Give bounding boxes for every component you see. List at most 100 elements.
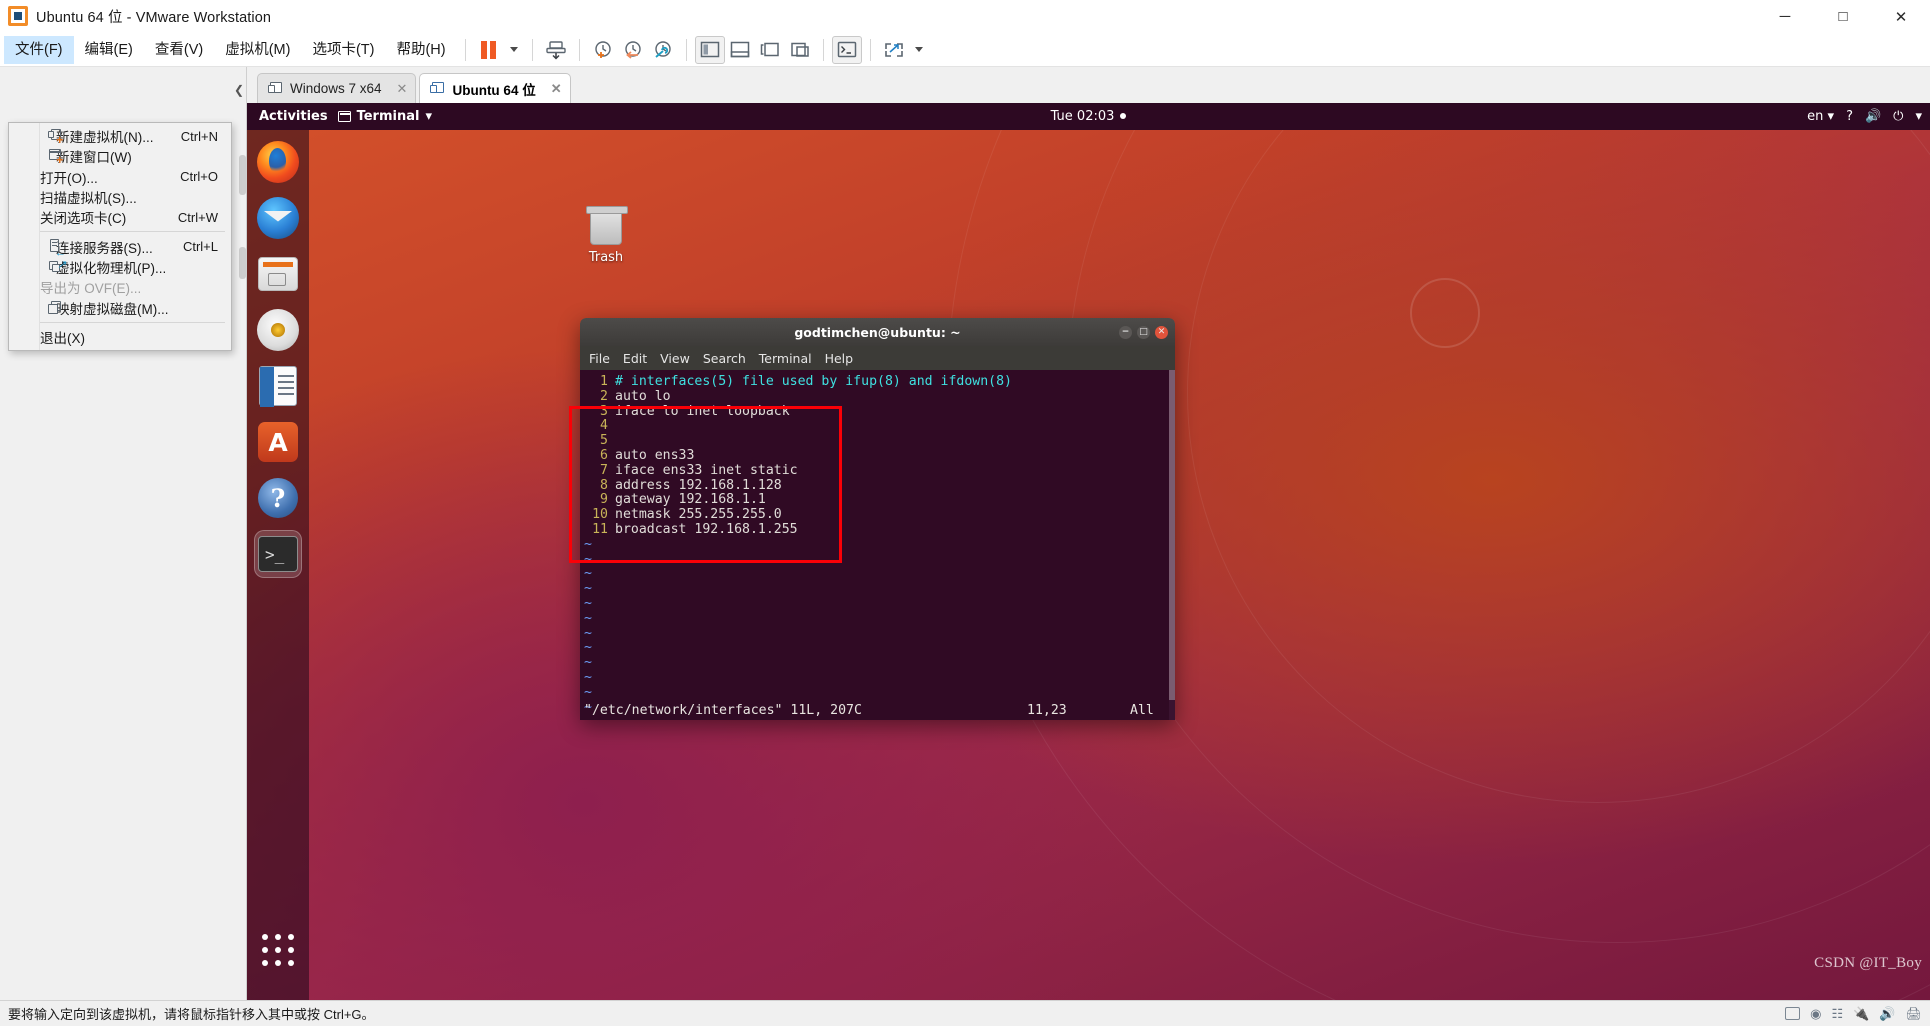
guest-screen[interactable]: Activities Terminal ▾ Tue 02:03 en ▾ ? 🔊… — [247, 103, 1930, 1000]
dock-item-files[interactable] — [254, 250, 302, 298]
menu-virtual-machine[interactable]: 虚拟机(M) — [214, 36, 301, 64]
dock-item-ubuntu-software[interactable]: A — [254, 418, 302, 466]
terminal-menu-edit[interactable]: Edit — [623, 351, 647, 366]
vim-line-number: 5 — [600, 433, 608, 449]
status-hint: 要将输入定向到该虚拟机，请将鼠标指针移入其中或按 Ctrl+G。 — [8, 1007, 375, 1022]
console-icon — [837, 41, 856, 58]
new-window-icon: + — [48, 148, 64, 166]
snapshot-manager-button[interactable] — [648, 36, 678, 64]
dock-item-terminal[interactable]: >_ — [254, 530, 302, 578]
menu-item-connect-to-server[interactable]: ← 连接服务器(S)... Ctrl+L — [9, 236, 231, 258]
take-snapshot-button[interactable] — [588, 36, 618, 64]
network-icon[interactable]: ☷ — [1831, 1006, 1843, 1022]
close-button[interactable]: ✕ — [1872, 0, 1930, 33]
volume-icon[interactable]: 🔊 — [1865, 109, 1881, 124]
terminal-icon: >_ — [258, 536, 298, 572]
cd-drive-icon[interactable]: ◉ — [1810, 1006, 1821, 1022]
terminal-menu-help[interactable]: Help — [825, 351, 854, 366]
clock[interactable]: Tue 02:03 — [247, 109, 1930, 124]
title-bar: Ubuntu 64 位 - VMware Workstation ─ □ ✕ — [0, 0, 1930, 33]
terminal-menu-view[interactable]: View — [660, 351, 690, 366]
toolbar-separator — [685, 38, 687, 61]
chevron-down-icon — [914, 47, 923, 52]
tab-close-icon[interactable]: ✕ — [389, 81, 408, 97]
usb-icon[interactable]: 🔌 — [1853, 1006, 1869, 1022]
keyboard-layout-indicator[interactable]: en ▾ — [1807, 109, 1834, 124]
menu-item-close-tab[interactable]: 关闭选项卡(C) Ctrl+W — [9, 207, 231, 227]
dock-item-libreoffice-writer[interactable] — [254, 362, 302, 410]
send-ctrl-alt-del-button[interactable] — [831, 35, 862, 64]
terminal-scrollbar-thumb[interactable] — [1169, 370, 1175, 700]
dock-item-rhythmbox[interactable] — [254, 306, 302, 354]
terminal-title-label: godtimchen@ubuntu: ~ — [794, 324, 961, 340]
vim-line-text: netmask 255.255.255.0 — [615, 507, 782, 523]
file-menu-popup[interactable]: + 新建虚拟机(N)... Ctrl+N + 新建窗口(W) 打开(O)... … — [8, 122, 232, 351]
dock-item-firefox[interactable] — [254, 138, 302, 186]
toolbar-separator — [578, 38, 580, 61]
show-console-view-button[interactable] — [755, 36, 785, 64]
pane-console-icon — [760, 42, 779, 57]
vim-line-number: 3 — [600, 403, 608, 419]
terminal-minimize-button[interactable]: − — [1119, 325, 1132, 339]
desktop-icon-trash[interactable]: Trash — [575, 206, 637, 265]
terminal-maximize-button[interactable]: □ — [1137, 325, 1150, 339]
menu-item-exit[interactable]: 退出(X) — [9, 327, 231, 347]
power-on-button[interactable] — [541, 36, 571, 64]
terminal-window[interactable]: godtimchen@ubuntu: ~ − □ ✕ File Edit Vie… — [580, 318, 1175, 720]
menu-item-new-virtual-machine[interactable]: + 新建虚拟机(N)... Ctrl+N — [9, 126, 231, 146]
tab-close-icon[interactable]: ✕ — [543, 81, 562, 97]
sound-icon[interactable]: 🔊 — [1879, 1006, 1895, 1022]
suspend-button[interactable] — [474, 36, 504, 64]
dock-item-help[interactable]: ? — [254, 474, 302, 522]
library-collapse-icon[interactable]: ❮ — [234, 83, 244, 97]
chevron-down-icon[interactable]: ▾ — [1915, 109, 1922, 124]
terminal-title-bar[interactable]: godtimchen@ubuntu: ~ − □ ✕ — [580, 318, 1175, 346]
terminal-scrollbar[interactable] — [1169, 370, 1175, 720]
vim-line-text: auto ens33 — [615, 447, 695, 463]
minimize-button[interactable]: ─ — [1756, 0, 1814, 33]
vim-empty-line-marker: ~ — [584, 684, 592, 700]
menu-item-virtualize-a-physical-machine[interactable]: ↗ 虚拟化物理机(P)... — [9, 257, 231, 277]
fullscreen-dropdown-button[interactable] — [909, 36, 929, 64]
maximize-button[interactable]: □ — [1814, 0, 1872, 33]
terminal-body[interactable]: 1 # interfaces(5) file used by ifup(8) an… — [580, 370, 1175, 720]
show-applications-button[interactable] — [254, 926, 302, 974]
library-scrollbar-thumb[interactable] — [239, 155, 246, 195]
help-icon[interactable]: ? — [1846, 109, 1853, 124]
tab-ubuntu-64[interactable]: Ubuntu 64 位 ✕ — [419, 73, 571, 103]
vim-line: 3 iface lo inet loopback — [580, 403, 1175, 420]
tab-windows-7-x64[interactable]: Windows 7 x64 ✕ — [257, 73, 417, 103]
system-tray: en ▾ ? 🔊 ⏻ ▾ — [1807, 109, 1922, 124]
menu-item-open[interactable]: 打开(O)... Ctrl+O — [9, 167, 231, 187]
tab-label: Windows 7 x64 — [290, 81, 382, 96]
terminal-close-button[interactable]: ✕ — [1155, 325, 1168, 339]
dock-item-thunderbird[interactable] — [254, 194, 302, 242]
menu-help[interactable]: 帮助(H) — [385, 36, 456, 64]
hard-disk-icon[interactable] — [1785, 1007, 1801, 1020]
show-library-button[interactable] — [694, 35, 725, 64]
snapshot-add-icon — [594, 40, 611, 58]
menu-file[interactable]: 文件(F) — [4, 35, 74, 64]
vim-line: 5 — [580, 433, 1175, 449]
vim-line-number: 4 — [600, 418, 608, 434]
power-icon[interactable]: ⏻ — [1893, 109, 1903, 124]
menu-item-new-window[interactable]: + 新建窗口(W) — [9, 146, 231, 166]
menu-view[interactable]: 查看(V) — [144, 36, 214, 64]
show-thumbnail-bar-button[interactable] — [725, 36, 755, 64]
vim-buffer: 1 # interfaces(5) file used by ifup(8) an… — [580, 374, 1175, 720]
status-bar: 要将输入定向到该虚拟机，请将鼠标指针移入其中或按 Ctrl+G。 ◉ ☷ 🔌 🔊… — [0, 1000, 1930, 1026]
terminal-menu-search[interactable]: Search — [703, 351, 746, 366]
library-scrollbar-thumb[interactable] — [239, 247, 246, 279]
unity-mode-button[interactable] — [785, 36, 815, 64]
menu-item-scan-for-virtual-machines[interactable]: 扫描虚拟机(S)... — [9, 187, 231, 207]
menu-item-map-virtual-disks[interactable]: 映射虚拟磁盘(M)... — [9, 297, 231, 317]
vim-line: 7 iface ens33 inet static — [580, 463, 1175, 479]
printer-icon[interactable]: 🖨 — [1905, 1006, 1922, 1022]
menu-edit[interactable]: 编辑(E) — [74, 36, 144, 64]
fullscreen-button[interactable] — [879, 36, 909, 64]
suspend-dropdown-button[interactable] — [504, 36, 524, 64]
revert-snapshot-button[interactable] — [618, 36, 648, 64]
terminal-menu-terminal[interactable]: Terminal — [759, 351, 812, 366]
terminal-menu-file[interactable]: File — [589, 351, 610, 366]
menu-tabs[interactable]: 选项卡(T) — [301, 36, 385, 64]
